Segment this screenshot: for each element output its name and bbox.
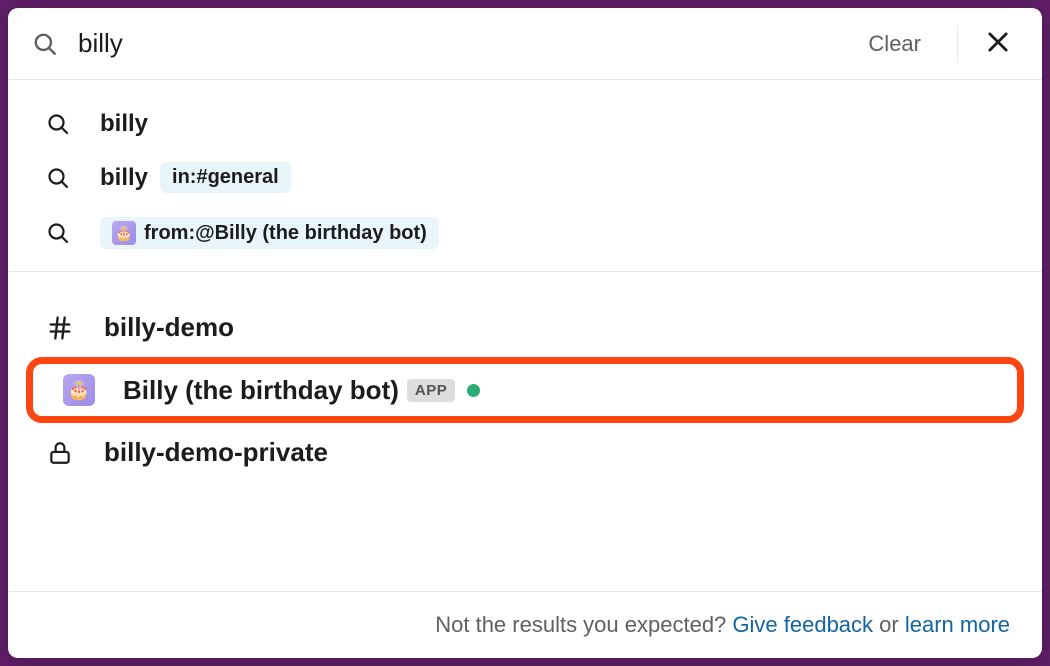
close-icon [984,28,1012,59]
avatar-icon: 🎂 [63,374,95,406]
chip-label: from:@Billy (the birthday bot) [144,222,427,245]
suggestion-query[interactable]: billy [8,98,1042,150]
result-content: Billy (the birthday bot) APP [123,375,480,406]
search-icon [44,166,72,190]
suggestion-content: billy in:#general [100,162,291,193]
suggestion-content: 🎂 from:@Billy (the birthday bot) [100,217,439,249]
search-input[interactable] [78,28,832,59]
search-icon [44,221,72,245]
footer-or: or [873,612,905,637]
result-name: billy-demo [104,312,234,343]
search-results: billy-demo 🎂 Billy (the birthday bot) AP… [8,272,1042,591]
search-icon [32,31,58,57]
result-name: Billy (the birthday bot) [123,375,399,406]
suggestion-text: billy [100,110,148,138]
avatar-icon: 🎂 [112,221,136,245]
presence-indicator-active [467,384,480,397]
search-footer: Not the results you expected? Give feedb… [8,591,1042,658]
result-private-channel[interactable]: billy-demo-private [8,423,1042,482]
search-panel: Clear billy [8,8,1042,658]
search-suggestions: billy billy in:#general 🎂 [8,80,1042,272]
close-button[interactable] [978,22,1018,65]
app-avatar: 🎂 [63,374,95,406]
result-channel[interactable]: billy-demo [8,298,1042,357]
suggestion-from[interactable]: 🎂 from:@Billy (the birthday bot) [8,205,1042,261]
suggestion-scoped[interactable]: billy in:#general [8,150,1042,205]
learn-more-link[interactable]: learn more [905,612,1010,637]
app-badge: APP [407,379,455,402]
lock-icon [44,440,76,466]
search-header: Clear [8,8,1042,80]
filter-chip-channel: in:#general [160,162,291,193]
search-icon [44,112,72,136]
result-app-highlighted[interactable]: 🎂 Billy (the birthday bot) APP [26,357,1024,423]
footer-prompt: Not the results you expected? [435,612,732,637]
hash-icon [44,314,76,342]
clear-button[interactable]: Clear [852,31,937,57]
give-feedback-link[interactable]: Give feedback [732,612,873,637]
result-name: billy-demo-private [104,437,328,468]
filter-chip-from: 🎂 from:@Billy (the birthday bot) [100,217,439,249]
divider [957,26,958,62]
suggestion-text: billy [100,164,148,192]
